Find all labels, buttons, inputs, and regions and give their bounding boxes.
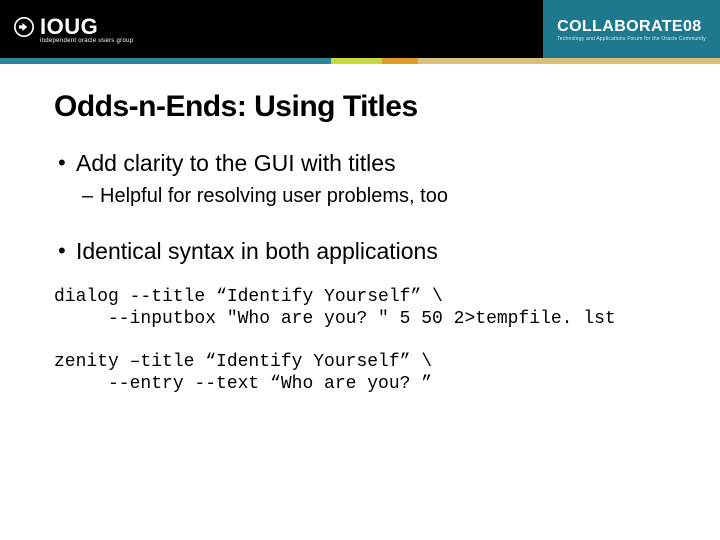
bullet-item: Identical syntax in both applications xyxy=(54,238,670,265)
logo-arrow-icon xyxy=(14,17,34,37)
bullet-list: Add clarity to the GUI with titles Helpf… xyxy=(54,150,670,265)
collab-subtitle: Technology and Applications Forum for th… xyxy=(557,36,706,42)
sub-bullet-item: Helpful for resolving user problems, too xyxy=(54,185,670,208)
code-block-zenity: zenity –title “Identify Yourself” \ --en… xyxy=(54,352,670,395)
collaborate-badge: COLLABORATE08 Technology and Application… xyxy=(543,0,720,58)
slide-title: Odds-n-Ends: Using Titles xyxy=(54,90,670,124)
accent-orange xyxy=(382,58,418,64)
bullet-item: Add clarity to the GUI with titles xyxy=(54,150,670,177)
header-left: IOUG independent oracle users group xyxy=(0,0,133,58)
logo-subtitle: independent oracle users group xyxy=(40,38,133,44)
collab-title: COLLABORATE08 xyxy=(557,18,706,36)
logo-text: IOUG xyxy=(40,14,98,40)
code-block-dialog: dialog --title “Identify Yourself” \ --i… xyxy=(54,287,670,330)
ioug-logo: IOUG independent oracle users group xyxy=(14,14,133,44)
slide-content: Odds-n-Ends: Using Titles Add clarity to… xyxy=(0,64,720,395)
slide-header: IOUG independent oracle users group COLL… xyxy=(0,0,720,58)
accent-sand xyxy=(418,58,720,64)
header-right: COLLABORATE08 Technology and Application… xyxy=(543,0,720,58)
accent-bar xyxy=(0,58,720,64)
accent-teal xyxy=(0,58,331,64)
accent-lime xyxy=(331,58,381,64)
